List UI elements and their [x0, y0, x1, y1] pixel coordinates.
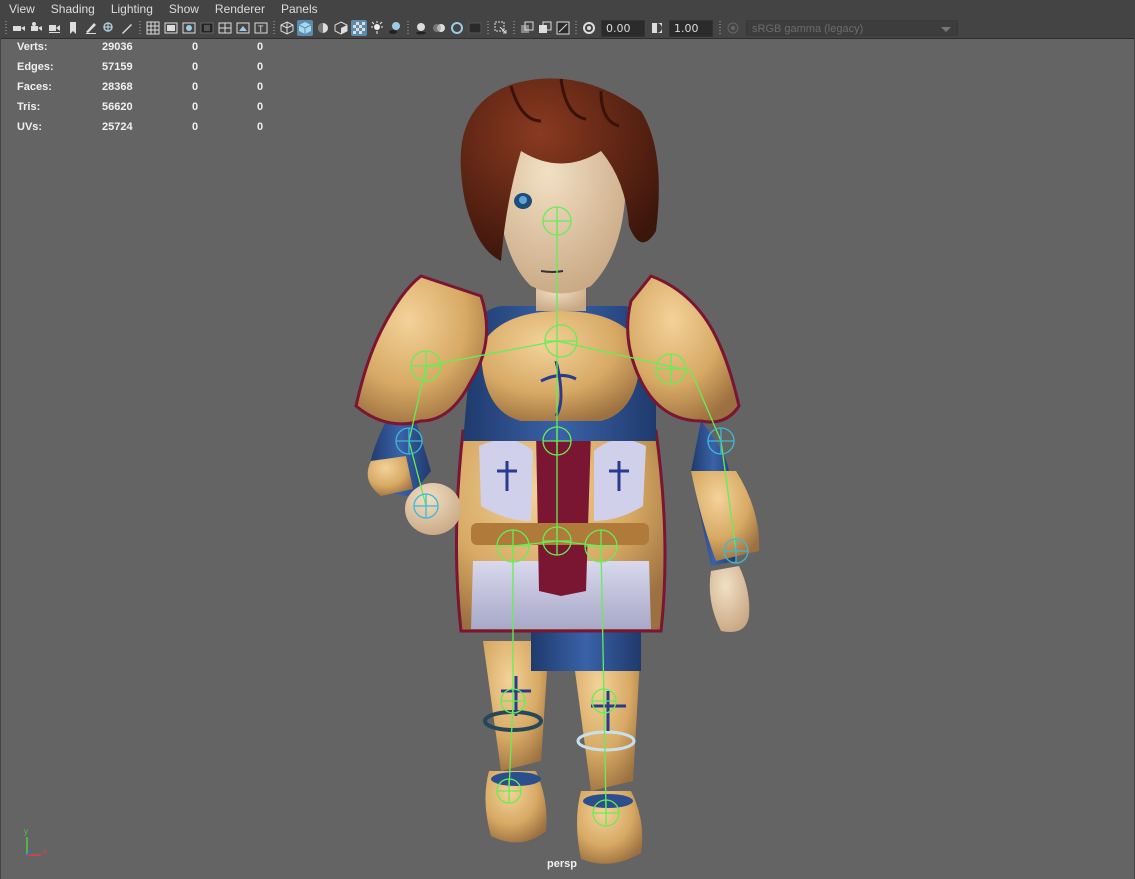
hud-value: 0 [192, 41, 199, 53]
grid-icon[interactable] [145, 20, 161, 36]
character-model [354, 78, 760, 864]
toolbar-separator [719, 21, 721, 35]
hud-label: Verts: [17, 41, 48, 53]
hud-value: 0 [257, 101, 264, 113]
3d-viewport[interactable]: Verts: 29036 0 0 Edges: 57159 0 0 Faces:… [1, 38, 1134, 879]
toolbar-separator [5, 21, 7, 35]
color-space-dropdown[interactable]: sRGB gamma (legacy) [746, 20, 958, 36]
smooth-shade-icon[interactable] [297, 20, 313, 36]
hud-value: 0 [192, 81, 199, 93]
multisample-aa-icon[interactable] [449, 20, 465, 36]
hud-value: 29036 [102, 41, 133, 53]
hud-value: 25724 [102, 121, 133, 133]
camera-attributes-icon[interactable] [29, 20, 45, 36]
hud-value: 28368 [102, 81, 133, 93]
axis-x-label: x [43, 847, 47, 856]
color-management-icon[interactable] [725, 20, 741, 36]
shade-selected-icon[interactable] [333, 20, 349, 36]
image-plane-icon[interactable] [83, 20, 99, 36]
gamma-icon[interactable] [649, 20, 665, 36]
wireframe-icon[interactable] [279, 20, 295, 36]
toolbar-separator [273, 21, 275, 35]
grease-pencil-icon[interactable] [119, 20, 135, 36]
hud-value: 0 [257, 121, 264, 133]
hud-row-edges: Edges: 57159 0 0 [17, 61, 277, 81]
hud-row-verts: Verts: 29036 0 0 [17, 41, 277, 61]
depth-of-field-icon[interactable] [467, 20, 483, 36]
motion-blur-icon[interactable] [431, 20, 447, 36]
chevron-down-icon [941, 27, 951, 32]
toolbar-separator [407, 21, 409, 35]
camera-bookmark-icon[interactable] [47, 20, 63, 36]
hud-value: 0 [192, 121, 199, 133]
exposure-field[interactable]: 0.00 [601, 19, 645, 37]
resolution-gate-icon[interactable] [181, 20, 197, 36]
xray-icon[interactable] [519, 20, 535, 36]
panel-menu-bar: View Shading Lighting Show Renderer Pane… [0, 0, 1135, 18]
hud-value: 0 [192, 101, 199, 113]
axis-gizmo-icon: y x [24, 827, 47, 856]
gamma-field[interactable]: 1.00 [669, 19, 713, 37]
toolbar-separator [575, 21, 577, 35]
isolate-select-icon[interactable] [493, 20, 509, 36]
shadows-icon[interactable] [387, 20, 403, 36]
bookmark-icon[interactable] [65, 20, 81, 36]
menu-renderer[interactable]: Renderer [206, 0, 272, 18]
safe-title-icon[interactable]: T [253, 20, 269, 36]
menu-shading[interactable]: Shading [42, 0, 102, 18]
hud-label: Faces: [17, 81, 52, 93]
poly-count-hud: Verts: 29036 0 0 Edges: 57159 0 0 Faces:… [17, 41, 277, 141]
field-chart-icon[interactable] [217, 20, 233, 36]
menu-show[interactable]: Show [160, 0, 206, 18]
color-space-value: sRGB gamma (legacy) [752, 23, 864, 35]
menu-lighting[interactable]: Lighting [102, 0, 160, 18]
xray-components-icon[interactable] [555, 20, 571, 36]
hud-value: 0 [192, 61, 199, 73]
lights-icon[interactable] [369, 20, 385, 36]
exposure-icon[interactable] [581, 20, 597, 36]
hud-value: 56620 [102, 101, 133, 113]
film-gate-icon[interactable] [163, 20, 179, 36]
hud-row-faces: Faces: 28368 0 0 [17, 81, 277, 101]
panel-toolbar: T 0.00 1.00 sRGB gamma (legacy) [0, 18, 1135, 38]
toolbar-separator [139, 21, 141, 35]
hud-row-uvs: UVs: 25724 0 0 [17, 121, 277, 141]
hud-value: 57159 [102, 61, 133, 73]
camera-name-label: persp [547, 858, 577, 870]
safe-action-icon[interactable] [235, 20, 251, 36]
menu-panels[interactable]: Panels [272, 0, 325, 18]
menu-view[interactable]: View [0, 0, 42, 18]
screen-ambient-occlusion-icon[interactable] [413, 20, 429, 36]
hud-label: Tris: [17, 101, 41, 113]
hud-row-tris: Tris: 56620 0 0 [17, 101, 277, 121]
hud-value: 0 [257, 41, 264, 53]
head [460, 78, 659, 311]
hud-label: UVs: [17, 121, 43, 133]
svg-text:T: T [258, 24, 264, 34]
toolbar-separator [513, 21, 515, 35]
gate-mask-icon[interactable] [199, 20, 215, 36]
xray-joints-icon[interactable] [537, 20, 553, 36]
textured-icon[interactable] [351, 20, 367, 36]
legs [483, 631, 643, 864]
axis-y-label: y [24, 827, 28, 836]
hud-value: 0 [257, 61, 264, 73]
hud-label: Edges: [17, 61, 54, 73]
hud-value: 0 [257, 81, 264, 93]
toolbar-separator [487, 21, 489, 35]
camera-select-icon[interactable] [11, 20, 27, 36]
maya-viewport-panel: View Shading Lighting Show Renderer Pane… [0, 0, 1135, 879]
pan-zoom-icon[interactable] [101, 20, 117, 36]
default-material-icon[interactable] [315, 20, 331, 36]
